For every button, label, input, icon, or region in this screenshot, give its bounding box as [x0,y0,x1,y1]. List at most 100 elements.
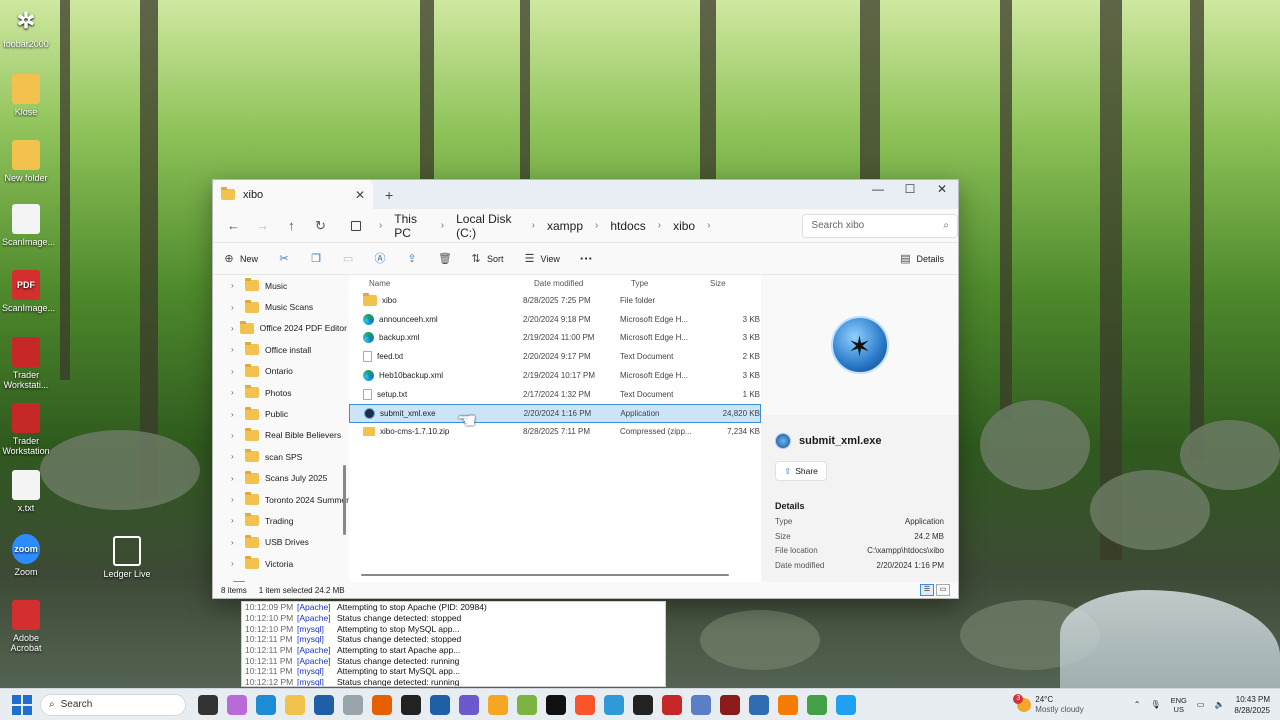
file-row[interactable]: feed.txt 2/20/2024 9:17 PM Text Document 2 … [349,347,761,366]
chevron-right-icon[interactable]: › [231,367,239,376]
sort-button[interactable]: ⇅ Sort [470,253,503,265]
explorer-tab[interactable]: xibo ✕ [213,180,373,209]
nav-scrollbar[interactable] [343,465,346,535]
column-type[interactable]: Type [631,279,710,288]
desktop-icon-x-txt[interactable]: x.txt [2,470,50,513]
file-row[interactable]: Heb10backup.xml 2/19/2024 10:17 PM Microso… [349,366,761,385]
details-share-button[interactable]: ⇪ Share [775,461,827,481]
taskbar-app-icon[interactable] [227,694,247,715]
breadcrumb[interactable]: › This PC › Local Disk (C:) › xampp › ht… [345,212,719,240]
clock[interactable]: 10:43 PM 8/28/2025 [1234,694,1270,716]
nav-item[interactable]: › Office 2024 PDF Editor F [213,318,349,339]
taskbar-app-icon[interactable] [662,694,682,715]
close-tab-icon[interactable]: ✕ [355,188,365,202]
horizontal-scrollbar[interactable] [361,574,729,576]
chevron-right-icon[interactable]: › [231,474,239,483]
volume-icon[interactable]: 🔈 [1214,700,1224,709]
nav-item[interactable]: › Real Bible Believers [213,425,349,446]
desktop-icon-foobar2000[interactable]: ✲ foobar2000 [2,6,50,50]
nav-item[interactable]: › Scans July 2025 [213,468,349,489]
delete-button[interactable]: 🗑 [438,253,452,265]
taskbar-app-icon[interactable] [633,694,653,715]
desktop-icon-ledger-live[interactable]: Ledger Live [100,536,154,579]
new-tab-icon[interactable]: + [385,187,393,203]
file-row[interactable]: submit_xml.exe 2/20/2024 1:16 PM Applicati… [349,403,761,423]
file-row[interactable]: announceeh.xml 2/20/2024 9:18 PM Microsoft… [349,310,761,329]
up-icon[interactable]: ↑ [277,218,306,233]
microphone-icon[interactable]: 🎙 [1150,700,1160,709]
column-date-modified[interactable]: Date modified [534,279,631,288]
taskbar-app-icon[interactable] [807,694,827,715]
more-options-button[interactable]: ··· [580,251,593,266]
taskbar-app-icon[interactable] [575,694,595,715]
nav-item[interactable]: › Ontario [213,361,349,382]
taskbar-app-icon[interactable] [546,694,566,715]
chevron-right-icon[interactable]: › [231,281,239,290]
taskbar-app-icon[interactable] [314,694,334,715]
taskbar-app-icon[interactable] [459,694,479,715]
desktop-icon-klose[interactable]: Klose [2,74,50,117]
breadcrumb-this-pc[interactable]: This PC [394,212,428,240]
chevron-right-icon[interactable]: › [231,495,239,504]
chevron-up-icon[interactable]: ⌃ [1134,700,1141,709]
desktop-icon-adobe-acrobat[interactable]: Adobe Acrobat [2,600,50,653]
maximize-icon[interactable]: ☐ [894,180,926,209]
taskbar-search[interactable]: ⌕ Search [40,693,186,716]
close-window-icon[interactable]: ✕ [926,180,958,209]
chevron-right-icon[interactable]: › [231,303,239,312]
view-button[interactable]: ☰ View [524,253,560,265]
taskbar-app-icon[interactable] [198,694,218,715]
chevron-right-icon[interactable]: › [231,516,239,525]
chevron-right-icon[interactable]: › [231,388,239,397]
taskbar-app-icon[interactable] [691,694,711,715]
nav-item[interactable]: › USB Drives [213,532,349,553]
chevron-right-icon[interactable]: › [231,559,239,568]
taskbar-app-icon[interactable] [836,694,856,715]
chevron-right-icon[interactable]: › [231,324,234,333]
desktop-icon-scanimage-1[interactable]: ScanImage... [2,204,55,247]
weather-widget[interactable]: 3 24°C Mostly cloudy [1013,693,1084,715]
taskbar-app-icon[interactable] [256,694,276,715]
paste-button[interactable]: ▭ [342,253,354,265]
nav-item[interactable]: › Victoria [213,553,349,574]
chevron-right-icon[interactable]: › [231,538,239,547]
language-indicator[interactable]: ENG US [1171,696,1187,714]
nav-item[interactable]: › Music Scans [213,296,349,317]
file-row[interactable]: setup.txt 2/17/2024 1:32 PM Text Document 1… [349,385,761,404]
taskbar-app-icon[interactable] [401,694,421,715]
nav-item[interactable]: › Music [213,275,349,296]
copy-button[interactable]: ❐ [310,253,322,265]
file-row[interactable]: xibo-cms-1.7.10.zip 8/28/2025 7:11 PM Comp… [349,423,761,442]
details-pane-button[interactable]: ▤ Details [899,253,944,265]
share-button[interactable]: ⇪ [406,253,418,265]
breadcrumb-xampp[interactable]: xampp [547,219,583,233]
nav-item[interactable]: › Trading [213,510,349,531]
taskbar-app-icon[interactable] [285,694,305,715]
taskbar-app-icon[interactable] [430,694,450,715]
tiles-view-icon[interactable]: ▭ [936,584,950,596]
taskbar-app-icon[interactable] [343,694,363,715]
desktop-icon-trader-workstation-2[interactable]: Trader Workstation [2,403,50,456]
desktop-icon-scanimage-pdf[interactable]: PDF ScanImage... [2,270,55,313]
details-view-icon[interactable]: ☰ [920,584,934,596]
desktop-icon-trader-workstation-1[interactable]: Trader Workstati... [2,337,50,390]
breadcrumb-xibo[interactable]: xibo [673,219,695,233]
taskbar-app-icon[interactable] [372,694,392,715]
taskbar-app-icon[interactable] [488,694,508,715]
nav-item[interactable]: › Public [213,403,349,424]
breadcrumb-local-disk[interactable]: Local Disk (C:) [456,212,520,240]
chevron-right-icon[interactable]: › [231,345,239,354]
forward-icon[interactable]: → [248,218,277,233]
refresh-icon[interactable]: ↻ [306,218,335,234]
nav-item[interactable]: › Office install [213,339,349,360]
chevron-right-icon[interactable]: › [231,452,239,461]
chevron-right-icon[interactable]: › [231,410,239,419]
cut-button[interactable]: ✂ [278,253,290,265]
network-icon[interactable]: ▭ [1197,700,1205,709]
nav-item[interactable]: › scan SPS [213,446,349,467]
minimize-icon[interactable]: — [862,180,894,209]
rename-button[interactable]: Ⓐ [374,253,386,265]
column-name[interactable]: Name [369,279,534,288]
nav-item-this-pc[interactable]: ⌄This PC [213,574,349,582]
chevron-right-icon[interactable]: › [231,431,239,440]
